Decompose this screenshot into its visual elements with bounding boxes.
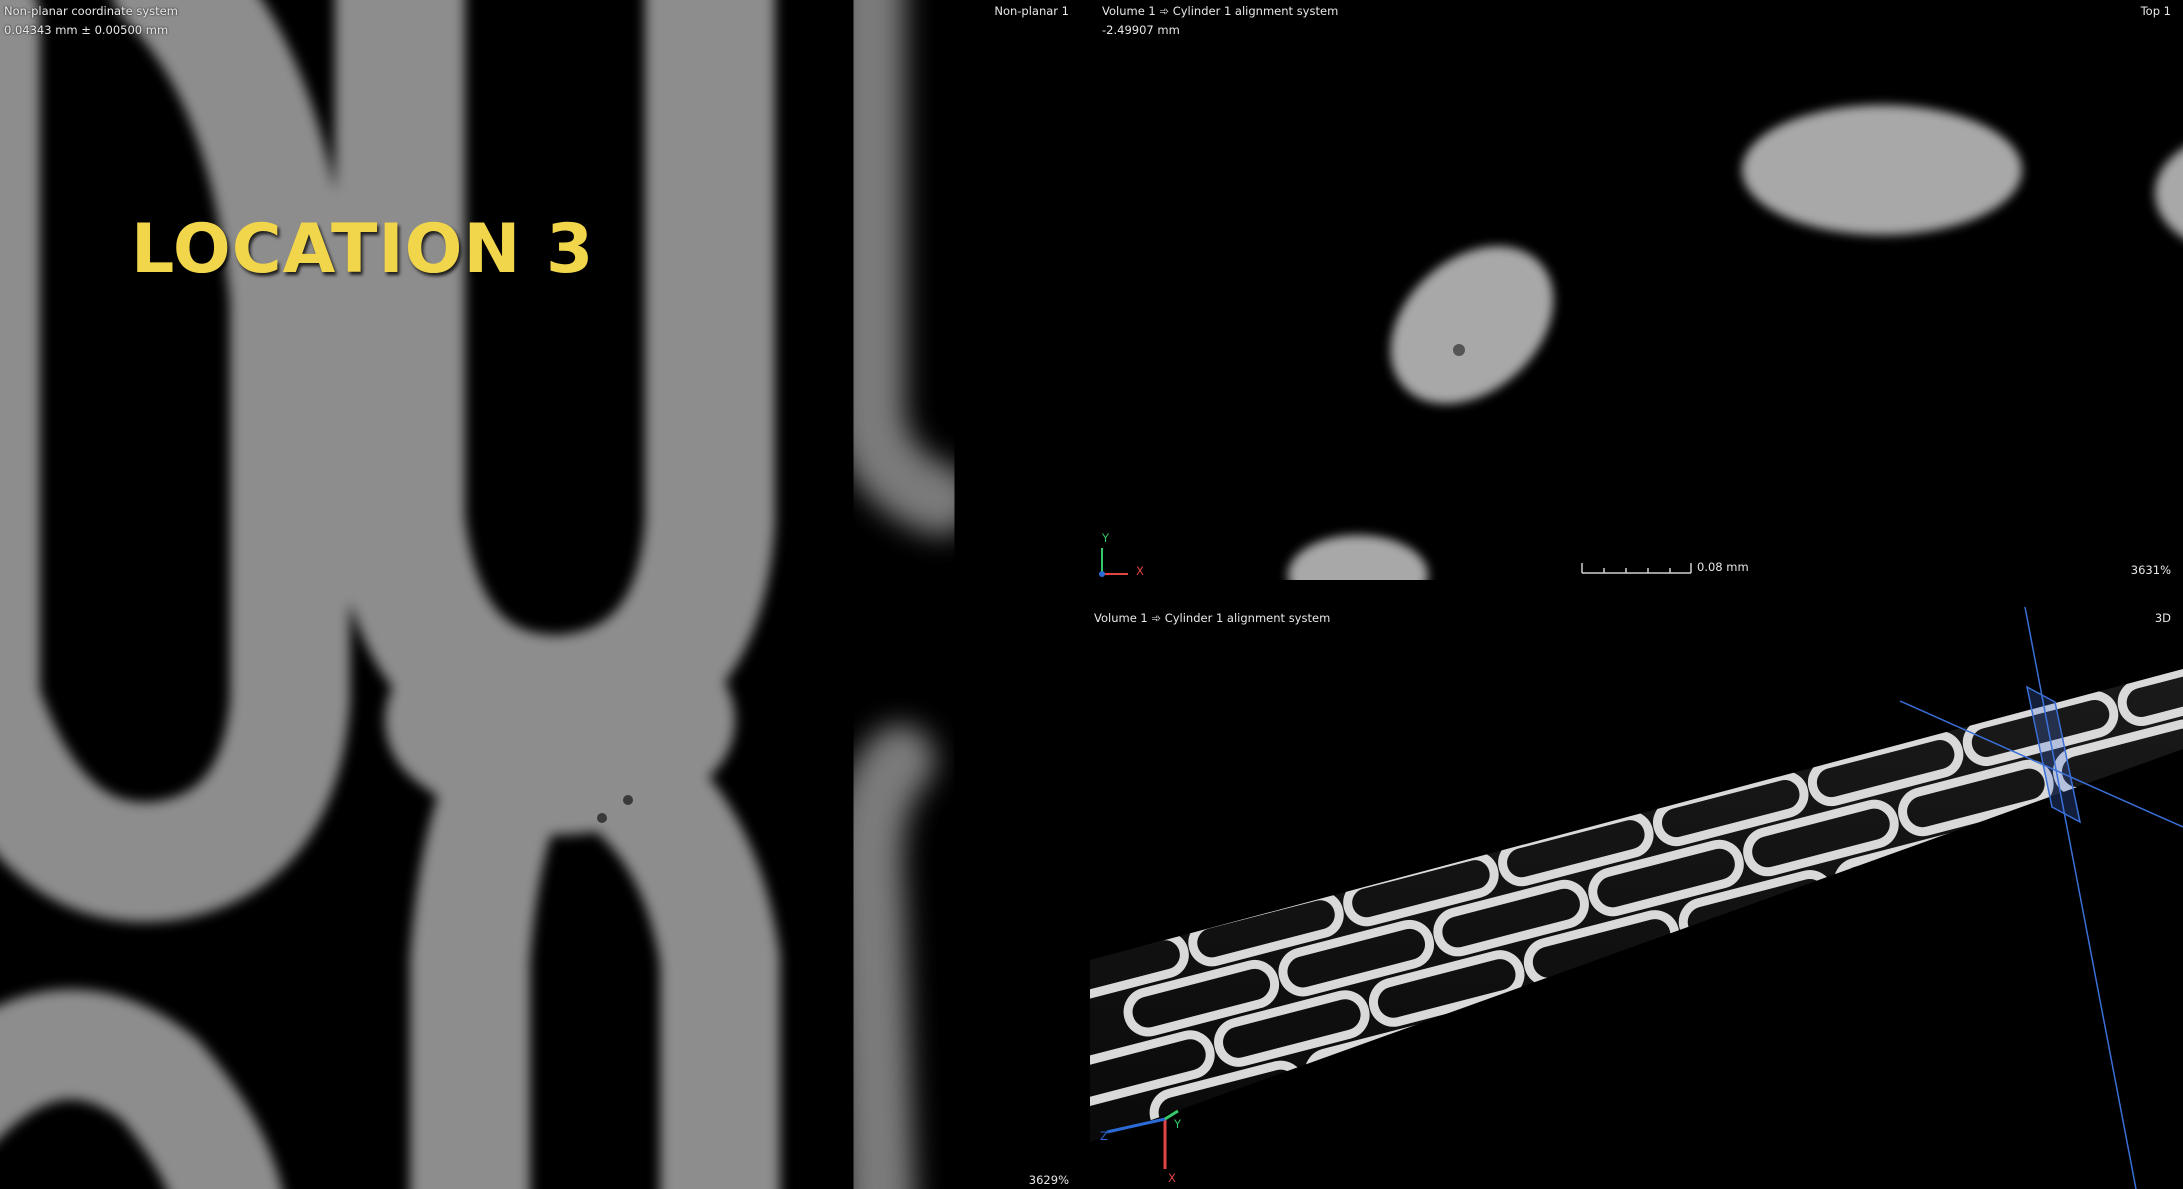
left-view-name: Non-planar 1 [994,4,1069,18]
left-view-title: Non-planar coordinate system [4,4,178,18]
top-view-value: -2.49907 mm [1102,23,1180,37]
non-planar-viewport[interactable]: Non-planar coordinate system 0.04343 mm … [0,0,1085,1189]
top-slice-image [1099,105,2183,580]
scale-bar-label: 0.08 mm [1697,560,1749,574]
3d-stent-render [1090,606,2183,1189]
3d-viewport[interactable]: Volume 1 ➾ Cylinder 1 alignment system 3… [1090,597,2183,1189]
top-view-name: Top 1 [2140,4,2171,18]
3d-axis-z-label: Z [1100,1129,1108,1143]
top-axis-y-label: Y [1102,531,1110,545]
top-axis-x-label: X [1136,564,1144,578]
3d-view-name: 3D [2154,611,2171,625]
3d-axis-y-label: Y [1174,1117,1182,1131]
3d-view-title: Volume 1 ➾ Cylinder 1 alignment system [1094,611,1331,625]
left-view-measurement: 0.04343 mm ± 0.00500 mm [4,23,169,37]
top-viewport[interactable]: Volume 1 ➾ Cylinder 1 alignment system -… [1090,0,2183,580]
scale-bar [1581,563,1692,574]
top-view-title: Volume 1 ➾ Cylinder 1 alignment system [1102,4,1339,18]
top-view-zoom: 3631% [2130,563,2171,577]
location-overlay-label: LOCATION 3 [131,210,595,289]
3d-axis-x-label: X [1168,1171,1176,1185]
left-view-zoom: 3629% [1028,1173,1069,1187]
non-planar-slice-image [0,0,975,1189]
